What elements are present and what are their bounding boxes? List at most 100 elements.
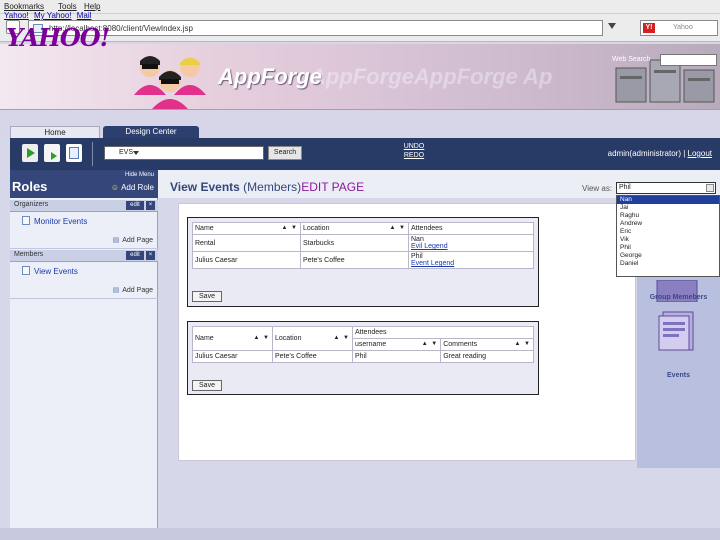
app-select-value: EVS: [119, 149, 134, 156]
divider: [10, 248, 158, 249]
app-select[interactable]: EVS: [104, 146, 264, 160]
dropdown-option[interactable]: Jai: [617, 204, 719, 212]
run-page-icon[interactable]: [44, 144, 60, 162]
mail-link[interactable]: Mail: [77, 11, 92, 20]
dropdown-option[interactable]: George: [617, 252, 719, 260]
close-icon[interactable]: ×: [146, 251, 155, 260]
attendees-table-box: Name ▲ ▼ Location ▲ ▼ Attendees username ▲ …: [187, 321, 539, 395]
status-strip: [0, 528, 720, 540]
undo-link[interactable]: UNDO: [402, 142, 426, 151]
menu-tools[interactable]: Tools: [58, 2, 77, 11]
cell-location: Starbucks: [300, 234, 409, 252]
table-row: Rental Starbucks Nan Evil Legend: [192, 234, 534, 252]
cell-name: Julius Caesar: [192, 350, 273, 363]
group-label: Organizers: [14, 201, 49, 208]
column-header[interactable]: Location ▲ ▼: [272, 326, 353, 351]
cell-location: Pete's Coffee: [300, 251, 409, 269]
sort-icon[interactable]: ▲ ▼: [389, 225, 406, 231]
save-button[interactable]: Save: [192, 380, 222, 391]
events-label[interactable]: Events: [637, 372, 720, 379]
edit-button[interactable]: edit: [126, 201, 144, 210]
page-icon: [22, 216, 30, 225]
dropdown-option[interactable]: Eric: [617, 228, 719, 236]
menu-help[interactable]: Help: [84, 2, 100, 11]
group-header: Attendees: [352, 326, 534, 339]
dropdown-option[interactable]: Daniel: [617, 260, 719, 268]
hide-menu-link[interactable]: Hide Menu: [125, 172, 154, 178]
cell-attendees: Phil Event Legend: [408, 251, 534, 269]
web-search-label: Web Search: [612, 56, 651, 63]
sidebar-item-monitor-events[interactable]: Monitor Events: [22, 216, 87, 226]
tab-design-center[interactable]: Design Center: [103, 126, 199, 138]
redo-link[interactable]: REDO: [402, 151, 426, 160]
document-icon[interactable]: [66, 144, 82, 162]
dropdown-option[interactable]: Vik: [617, 236, 719, 244]
view-as-label: View as:: [582, 184, 613, 193]
sort-icon[interactable]: ▲ ▼: [333, 335, 350, 341]
page-header: View Events (Members)EDIT PAGE View as: …: [158, 170, 720, 198]
user-text: admin(administrator) |: [607, 149, 686, 158]
events-icon[interactable]: [653, 308, 701, 352]
add-page-button[interactable]: Add Page: [113, 236, 153, 244]
sidebar-item-label: View Events: [34, 267, 78, 276]
column-header[interactable]: username ▲ ▼: [351, 338, 442, 351]
page-title-role: (Members): [243, 180, 302, 194]
sort-icon[interactable]: ▲ ▼: [514, 341, 531, 347]
column-header[interactable]: Name ▲ ▼: [192, 326, 273, 351]
events-table-box: Name ▲ ▼ Location ▲ ▼ Attendees Rental Sta…: [187, 217, 539, 307]
user-info: admin(administrator) | Logout: [608, 149, 712, 158]
my-yahoo-link[interactable]: My Yahoo!: [34, 11, 72, 20]
dropdown-option[interactable]: Nan: [617, 196, 719, 204]
sidebar-item-view-events[interactable]: View Events: [22, 266, 78, 276]
add-page-button[interactable]: Add Page: [113, 286, 153, 294]
close-icon[interactable]: ×: [146, 201, 155, 210]
dropdown-option[interactable]: Raghu: [617, 212, 719, 220]
people-icon: [134, 56, 206, 109]
cell-location: Pete's Coffee: [272, 350, 353, 363]
yahoo-search-input[interactable]: Y! Yahoo: [640, 20, 718, 36]
run-icon[interactable]: [22, 144, 38, 162]
edit-page-link[interactable]: EDIT PAGE: [301, 180, 364, 194]
attendee-link[interactable]: Event Legend: [411, 260, 531, 267]
sidebar-group-organizers[interactable]: Organizers edit ×: [10, 200, 158, 212]
chevron-down-icon: [133, 151, 139, 155]
cell-username: Phil: [351, 350, 442, 363]
group-members-label[interactable]: Group Memebers: [637, 294, 720, 301]
attendee-link[interactable]: Evil Legend: [411, 243, 531, 250]
toolbar: EVS Search UNDO REDO admin(administrator…: [10, 138, 720, 170]
url-dropdown-icon[interactable]: [608, 23, 616, 29]
yahoo-links: Yahoo! My Yahoo! Mail: [4, 11, 94, 20]
search-button[interactable]: Search: [268, 146, 302, 160]
logout-link[interactable]: Logout: [688, 149, 712, 158]
table-row: Julius Caesar Pete's Coffee Phil Great r…: [192, 350, 534, 363]
chevron-down-icon[interactable]: [706, 184, 714, 192]
sidebar-group-members[interactable]: Members edit ×: [10, 250, 158, 262]
view-as-select[interactable]: Phil: [616, 182, 716, 194]
save-button[interactable]: Save: [192, 291, 222, 302]
web-search-input[interactable]: [660, 54, 717, 66]
page-icon: [22, 266, 30, 275]
url-input[interactable]: http://localhost:8080/client/ViewIndex.j…: [28, 20, 603, 36]
dropdown-option[interactable]: Phil: [617, 244, 719, 252]
divider: [10, 298, 158, 299]
edit-button[interactable]: edit: [126, 251, 144, 260]
yahoo-search-placeholder: Yahoo: [673, 24, 693, 31]
yahoo-logo[interactable]: YAHOO!: [6, 23, 110, 52]
attendees-table: Name ▲ ▼ Location ▲ ▼ Attendees username ▲ …: [192, 326, 534, 363]
yahoo-link[interactable]: Yahoo!: [4, 11, 29, 20]
sidebar: Hide Menu Roles Add Role Organizers edit…: [10, 170, 158, 528]
dropdown-option[interactable]: Andrew: [617, 220, 719, 228]
column-header[interactable]: Comments ▲ ▼: [440, 338, 534, 351]
web-search: Web Search: [612, 54, 718, 68]
column-header[interactable]: Name ▲ ▼: [192, 222, 301, 235]
sort-icon[interactable]: ▲ ▼: [281, 225, 298, 231]
column-header[interactable]: Location ▲ ▼: [300, 222, 409, 235]
attendee: Phil: [411, 253, 423, 260]
page-canvas: Name ▲ ▼ Location ▲ ▼ Attendees Rental Sta…: [178, 203, 636, 461]
sort-icon[interactable]: ▲ ▼: [422, 341, 439, 347]
sort-icon[interactable]: ▲ ▼: [253, 335, 270, 341]
menu-bookmarks[interactable]: Bookmarks: [4, 2, 44, 11]
tab-home[interactable]: Home: [10, 126, 100, 138]
events-table: Name ▲ ▼ Location ▲ ▼ Attendees Rental Sta…: [192, 222, 534, 269]
add-role-button[interactable]: Add Role: [111, 183, 154, 192]
